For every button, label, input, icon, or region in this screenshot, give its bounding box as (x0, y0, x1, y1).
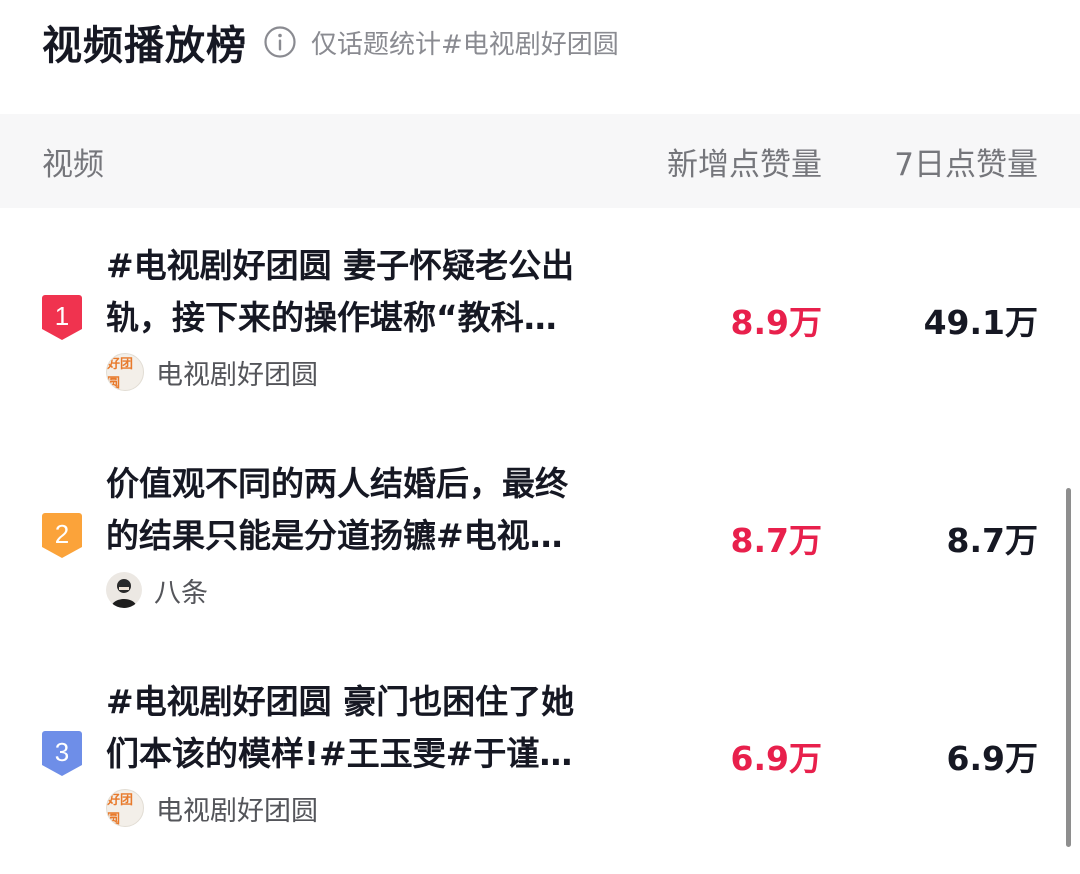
table-row[interactable]: 1 #电视剧好团圆 妻子怀疑老公出 轨，接下来的操作堪称“教科… 好团圆 电视剧… (0, 238, 1080, 438)
video-title[interactable]: #电视剧好团圆 豪门也困住了她 们本该的模样!#王玉雯#于谨… (106, 676, 616, 780)
avatar: 好团圆 (106, 353, 144, 391)
avatar (106, 572, 142, 608)
avatar: 好团圆 (106, 789, 144, 827)
info-icon[interactable] (263, 25, 297, 59)
table-header: 视频 新增点赞量 7日点赞量 (0, 114, 1080, 208)
column-header-video: 视频 (42, 146, 104, 183)
video-title[interactable]: #电视剧好团圆 妻子怀疑老公出 轨，接下来的操作堪称“教科… (106, 240, 616, 344)
video-title[interactable]: 价值观不同的两人结婚后，最终 的结果只能是分道扬镳#电视… (106, 458, 616, 562)
author-name: 八条 (154, 577, 208, 609)
table-row[interactable]: 2 价值观不同的两人结婚后，最终 的结果只能是分道扬镳#电视… 八条 8.7万 … (0, 456, 1080, 656)
page-header: 视频播放榜 仅话题统计#电视剧好团圆 (42, 14, 619, 70)
new-likes-value: 6.9万 (730, 739, 822, 778)
new-likes-value: 8.9万 (730, 303, 822, 342)
column-header-new-likes[interactable]: 新增点赞量 (667, 139, 822, 184)
scrollbar[interactable] (1066, 488, 1071, 847)
rank-badge: 2 (41, 511, 83, 559)
week-likes-value: 8.7万 (946, 521, 1038, 560)
video-author[interactable]: 好团圆 电视剧好团圆 (106, 352, 318, 392)
table-row[interactable]: 3 #电视剧好团圆 豪门也困住了她 们本该的模样!#王玉雯#于谨… 好团圆 电视… (0, 674, 1080, 874)
rank-badge: 1 (41, 293, 83, 341)
video-author[interactable]: 八条 (106, 570, 208, 610)
author-name: 电视剧好团圆 (156, 795, 318, 827)
new-likes-value: 8.7万 (730, 521, 822, 560)
week-likes-value: 6.9万 (946, 739, 1038, 778)
week-likes-value: 49.1万 (923, 303, 1038, 342)
video-author[interactable]: 好团圆 电视剧好团圆 (106, 788, 318, 828)
rank-badge: 3 (41, 729, 83, 777)
rank-number: 2 (55, 519, 69, 549)
column-header-week-likes[interactable]: 7日点赞量 (894, 139, 1038, 184)
rank-number: 1 (55, 301, 69, 331)
page-title: 视频播放榜 (42, 23, 247, 69)
author-name: 电视剧好团圆 (156, 359, 318, 391)
rank-number: 3 (55, 737, 69, 767)
topic-subtitle: 仅话题统计#电视剧好团圆 (311, 29, 619, 60)
